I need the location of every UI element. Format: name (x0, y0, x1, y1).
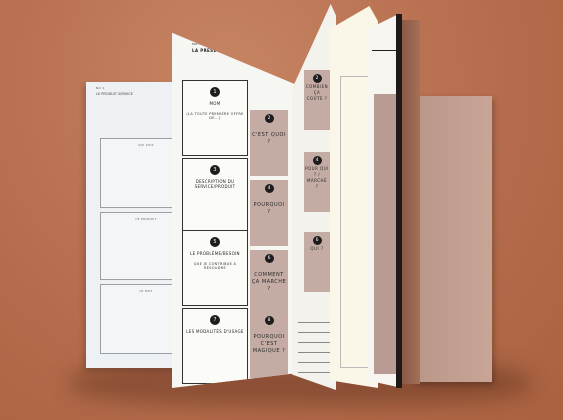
question-sub-5: QUE JE CONTRIBUE À RÉSOUDRE (193, 262, 237, 270)
left-page-header: NO 1 (96, 86, 105, 90)
question-box-5: 5 LE PROBLÈME/BESOIN QUE JE CONTRIBUE À … (182, 230, 248, 306)
question-box-1: 1 MOM (LA TOUTE PREMIÈRE OFFRE DE...) (182, 80, 248, 156)
answer-number-8: 8 (264, 316, 274, 325)
answer-box-6: 6 COMMENT ÇA MARCHE ? (250, 250, 288, 316)
flip2-pane (340, 76, 370, 368)
answer-text-2: C'EST QUOI ? (252, 132, 286, 145)
answer-box-8: 8 POURQUOI C'EST MAGIQUE ? (250, 312, 288, 378)
answer-number-4: 4 (264, 184, 274, 193)
flip-answer-box-6: 6 QUI ? (304, 232, 330, 292)
question-box-3: 3 DESCRIPTION DU SERVICE/PRODUIT (182, 158, 248, 234)
flip-answer-box-2: 2 COMBIEN ÇA COÛTE ? (304, 70, 330, 130)
answer-text-6: COMMENT ÇA MARCHE ? (251, 272, 287, 292)
flip-answer-text-2: COMBIEN ÇA COÛTE ? (305, 84, 329, 101)
left-page-title: LE PRODUIT SERVICE (96, 92, 133, 96)
photo-scene: NO 1 LE PRODUIT SERVICE QUI SUIS CE PROD… (0, 0, 563, 420)
writing-lines (298, 322, 332, 382)
flip-answer-number-4: 4 (312, 156, 322, 165)
flip-answer-number-2: 2 (312, 74, 322, 83)
flip3-rule (372, 50, 398, 51)
black-page-edge (396, 14, 402, 388)
answer-number-6: 6 (264, 254, 274, 263)
flip-answer-number-6: 6 (312, 236, 322, 245)
question-text-7: LES MODALITÉS D'USAGE (186, 329, 244, 334)
answer-box-4: 4 POURQUOI ? (250, 180, 288, 246)
flip-answer-text-4: POUR QUI ? / MARCHÉ ? (305, 166, 329, 189)
answer-number-2: 2 (264, 114, 274, 123)
question-box-7: 7 LES MODALITÉS D'USAGE (182, 308, 248, 384)
back-cover (414, 96, 492, 382)
answer-text-8: POURQUOI C'EST MAGIQUE ? (252, 334, 286, 354)
question-text-5: LE PROBLÈME/BESOIN (190, 251, 240, 256)
question-text-1: MOM (209, 101, 221, 106)
answer-box-2: 2 C'EST QUOI ? (250, 110, 288, 176)
spine-edge (402, 20, 420, 384)
flip3-panel (374, 94, 398, 374)
question-number-5: 5 (210, 237, 220, 247)
question-number-7: 7 (210, 315, 220, 325)
question-number-3: 3 (210, 165, 220, 175)
question-text-3: DESCRIPTION DU SERVICE/PRODUIT (194, 179, 236, 189)
question-sub-1: (LA TOUTE PREMIÈRE OFFRE DE...) (186, 112, 244, 120)
answer-text-4: POURQUOI ? (253, 202, 285, 215)
flip-answer-text-6: QUI ? (310, 246, 324, 251)
flip-answer-box-4: 4 POUR QUI ? / MARCHÉ ? (304, 152, 330, 212)
question-number-1: 1 (210, 87, 220, 97)
